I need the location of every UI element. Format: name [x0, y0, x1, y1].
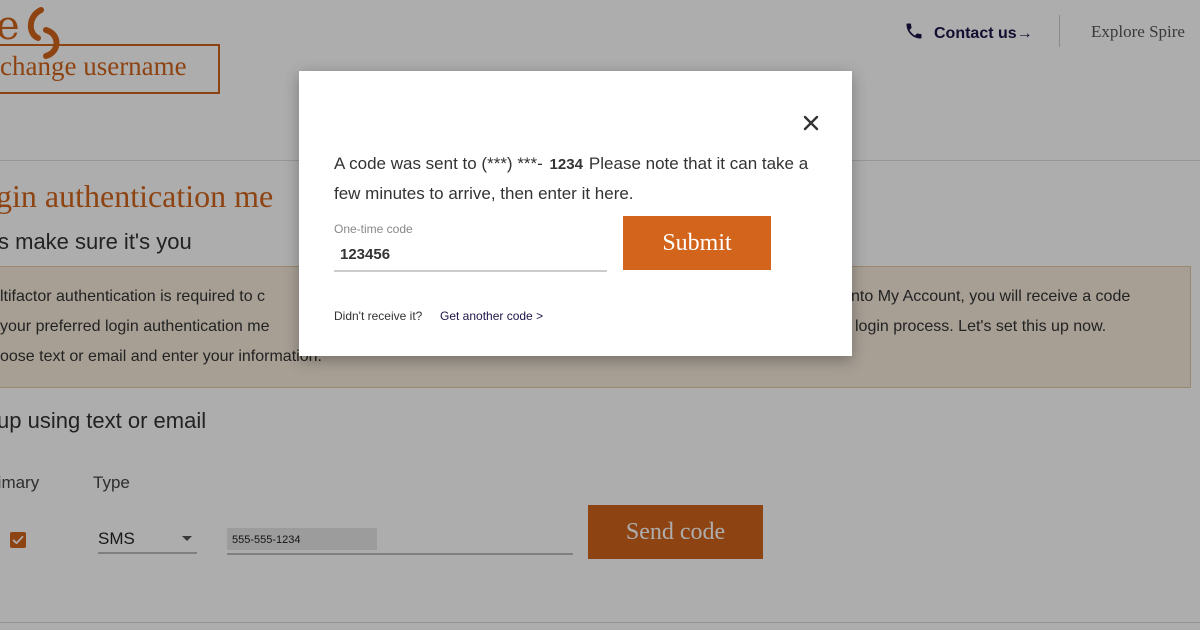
- resend-prompt: Didn't receive it?: [334, 309, 423, 323]
- get-another-code-link[interactable]: Get another code >: [440, 309, 543, 323]
- verification-modal: A code was sent to (***) ***- 1234 Please…: [299, 71, 852, 356]
- close-icon[interactable]: [799, 111, 823, 135]
- otp-input[interactable]: [334, 239, 607, 269]
- modal-message: A code was sent to (***) ***- 1234 Please…: [334, 149, 819, 208]
- masked-phone-digits: 1234: [549, 156, 583, 173]
- otp-field: [334, 239, 607, 272]
- modal-message-prefix: A code was sent to (***) ***-: [334, 154, 548, 173]
- submit-button[interactable]: Submit: [623, 216, 771, 270]
- otp-label: One-time code: [334, 222, 413, 236]
